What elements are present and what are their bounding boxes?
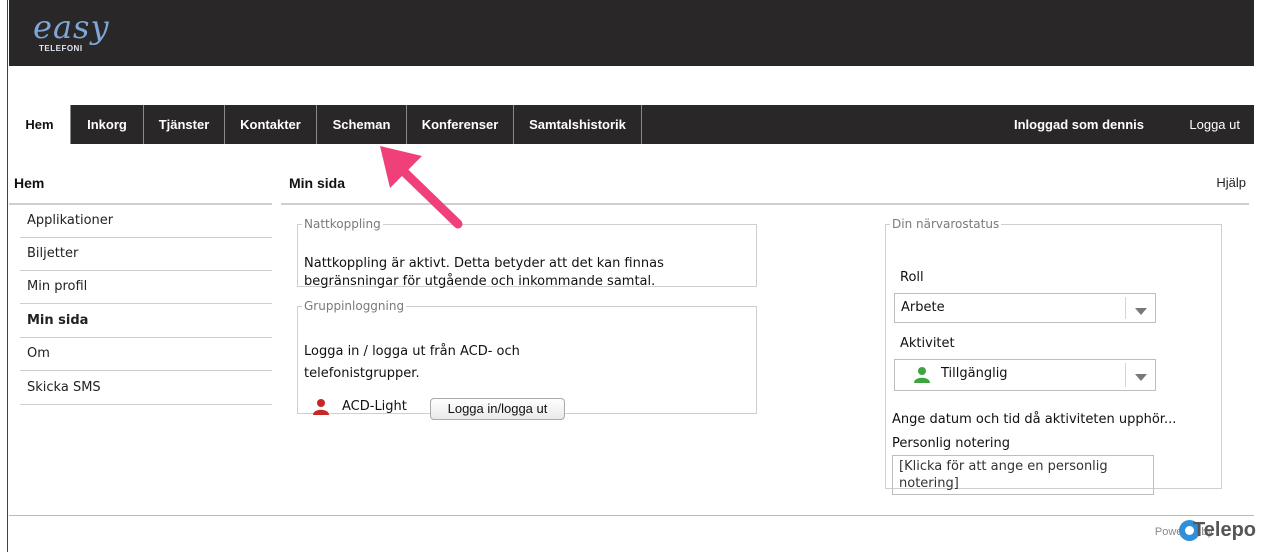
role-select[interactable]: Arbete: [894, 293, 1156, 323]
sidebar-item-min-sida[interactable]: Min sida: [20, 306, 272, 338]
sidebar-item-biljetter[interactable]: Biljetter: [20, 239, 272, 271]
tab-samtalshistorik[interactable]: Samtalshistorik: [514, 105, 642, 144]
page-title: Min sida: [289, 175, 346, 191]
personal-note-field[interactable]: [Klicka för att ange en personlig noteri…: [892, 455, 1154, 495]
main-nav: Hem Inkorg Tjänster Kontakter Scheman Ko…: [9, 105, 1254, 144]
acd-name: ACD-Light: [342, 399, 407, 414]
chevron-down-icon: [1125, 297, 1155, 319]
acd-user-icon: [313, 399, 329, 415]
night-switch-panel: Nattkoppling Nattkoppling är aktivt. Det…: [297, 217, 757, 289]
tab-inkorg[interactable]: Inkorg: [71, 105, 144, 144]
help-link[interactable]: Hjälp: [1216, 175, 1246, 190]
sidebar-title: Hem: [14, 175, 45, 191]
available-user-icon: [914, 367, 930, 383]
group-login-text: Logga in / logga ut från ACD- och telefo…: [304, 344, 520, 381]
group-login-panel: Gruppinloggning Logga in / logga ut från…: [297, 299, 757, 420]
logo-subtitle: TELEFONI: [39, 44, 83, 53]
chevron-down-icon: [1125, 363, 1155, 387]
activity-label: Aktivitet: [900, 336, 955, 351]
presence-panel: Din närvarostatus Roll Arbete Aktivitet …: [885, 217, 1222, 495]
app-header: easy TELEFONI: [9, 0, 1254, 66]
sidebar-item-skicka-sms[interactable]: Skicka SMS: [20, 373, 272, 405]
activity-end-link[interactable]: Ange datum och tid då aktiviteten upphör…: [892, 411, 1176, 429]
window-edge: [0, 0, 8, 552]
role-label: Roll: [900, 270, 924, 285]
sidebar-item-min-profil[interactable]: Min profil: [20, 272, 272, 304]
group-login-legend: Gruppinloggning: [304, 299, 405, 313]
night-switch-text: Nattkoppling är aktivt. Detta betyder at…: [304, 256, 664, 289]
sidebar-item-applikationer[interactable]: Applikationer: [20, 206, 272, 238]
sidebar-item-om[interactable]: Om: [20, 339, 272, 371]
activity-value: Tillgänglig: [941, 366, 1008, 381]
telepo-brand: Telepo: [1193, 519, 1256, 541]
tab-tjanster[interactable]: Tjänster: [144, 105, 225, 144]
tab-kontakter[interactable]: Kontakter: [225, 105, 317, 144]
footer-divider: [9, 515, 1254, 516]
note-label: Personlig notering: [892, 436, 1011, 451]
acd-login-button[interactable]: Logga in/logga ut: [430, 398, 565, 420]
activity-select[interactable]: Tillgänglig: [894, 359, 1156, 391]
logged-in-label: Inloggad som dennis: [1013, 117, 1144, 132]
role-value: Arbete: [901, 300, 945, 315]
logout-link[interactable]: Logga ut: [1189, 105, 1240, 144]
sidebar-divider: [9, 203, 272, 205]
tab-hem[interactable]: Hem: [9, 105, 71, 144]
presence-legend: Din närvarostatus: [892, 217, 1000, 231]
app-logo[interactable]: easy TELEFONI: [31, 6, 121, 58]
annotation-arrow-icon: [380, 146, 463, 229]
logo-word: easy: [33, 8, 110, 46]
